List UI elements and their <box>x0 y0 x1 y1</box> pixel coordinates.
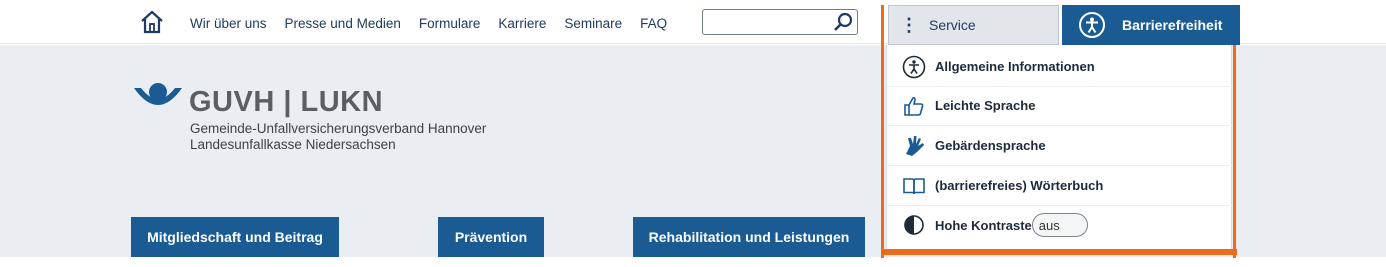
logo-title: GUVH | LUKN <box>189 86 384 118</box>
dropdown-item-label: Hohe Kontraste <box>935 217 1032 233</box>
dropdown-item-woerterbuch[interactable]: (barrierefreies) Wörterbuch <box>887 166 1233 206</box>
logo-mark-icon <box>134 83 182 105</box>
home-icon[interactable] <box>139 9 165 35</box>
service-label: Service <box>929 17 976 33</box>
accessibility-icon <box>1079 12 1105 38</box>
dropdown-item-allgemeine-informationen[interactable]: Allgemeine Informationen <box>887 47 1233 87</box>
search-input[interactable] <box>707 11 833 33</box>
nav-item-seminare[interactable]: Seminare <box>564 16 622 31</box>
dropdown-item-label: Allgemeine Informationen <box>935 59 1095 74</box>
contrast-icon <box>901 212 927 238</box>
dropdown-item-leichte-sprache[interactable]: Leichte Sprache <box>887 86 1233 126</box>
tile-praevention[interactable]: Prävention <box>438 217 544 257</box>
highlight-frame-bottom <box>881 249 1237 255</box>
barrierefreiheit-button[interactable]: Barrierefreiheit <box>1062 5 1240 45</box>
logo-subtitle-line2: Landesunfallkasse Niedersachsen <box>190 137 396 152</box>
logo-subtitle-line1: Gemeinde-Unfallversicherungsverband Hann… <box>190 121 487 136</box>
sign-language-icon <box>901 133 927 159</box>
accessibility-icon <box>901 54 927 80</box>
nav-item-presse[interactable]: Presse und Medien <box>285 16 401 31</box>
book-icon <box>901 173 927 199</box>
nav-item-formulare[interactable]: Formulare <box>419 16 481 31</box>
nav-item-faq[interactable]: FAQ <box>640 16 667 31</box>
main-nav: Wir über uns Presse und Medien Formulare… <box>190 16 685 31</box>
highlight-frame-right <box>1233 45 1236 258</box>
dropdown-item-hohe-kontraste[interactable]: Hohe Kontraste aus <box>887 205 1233 245</box>
dropdown-item-gebaerdensprache[interactable]: Gebärdensprache <box>887 126 1233 166</box>
highlight-frame-left <box>881 5 884 258</box>
nav-item-wir-ueber-uns[interactable]: Wir über uns <box>190 16 267 31</box>
tile-mitgliedschaft[interactable]: Mitgliedschaft und Beitrag <box>131 217 339 257</box>
dropdown-item-label: (barrierefreies) Wörterbuch <box>935 178 1104 193</box>
more-vertical-icon: ⋮ <box>900 15 918 35</box>
tile-rehabilitation[interactable]: Rehabilitation und Leistungen <box>633 217 865 257</box>
contrast-toggle[interactable]: aus <box>1031 213 1088 237</box>
dropdown-item-label: Gebärdensprache <box>935 138 1046 153</box>
barrierefreiheit-label: Barrierefreiheit <box>1122 17 1223 33</box>
logo-subtitle: Gemeinde-Unfallversicherungsverband Hann… <box>190 121 486 153</box>
thumbs-up-icon <box>901 93 927 119</box>
top-bar: Wir über uns Presse und Medien Formulare… <box>0 0 1386 45</box>
search-box[interactable] <box>702 9 858 35</box>
dropdown-item-label: Leichte Sprache <box>935 98 1036 113</box>
barrierefreiheit-dropdown: Allgemeine Informationen Leichte Sprache… <box>886 45 1233 249</box>
search-icon[interactable] <box>833 12 853 32</box>
nav-item-karriere[interactable]: Karriere <box>498 16 546 31</box>
service-button[interactable]: ⋮ Service <box>888 5 1059 45</box>
